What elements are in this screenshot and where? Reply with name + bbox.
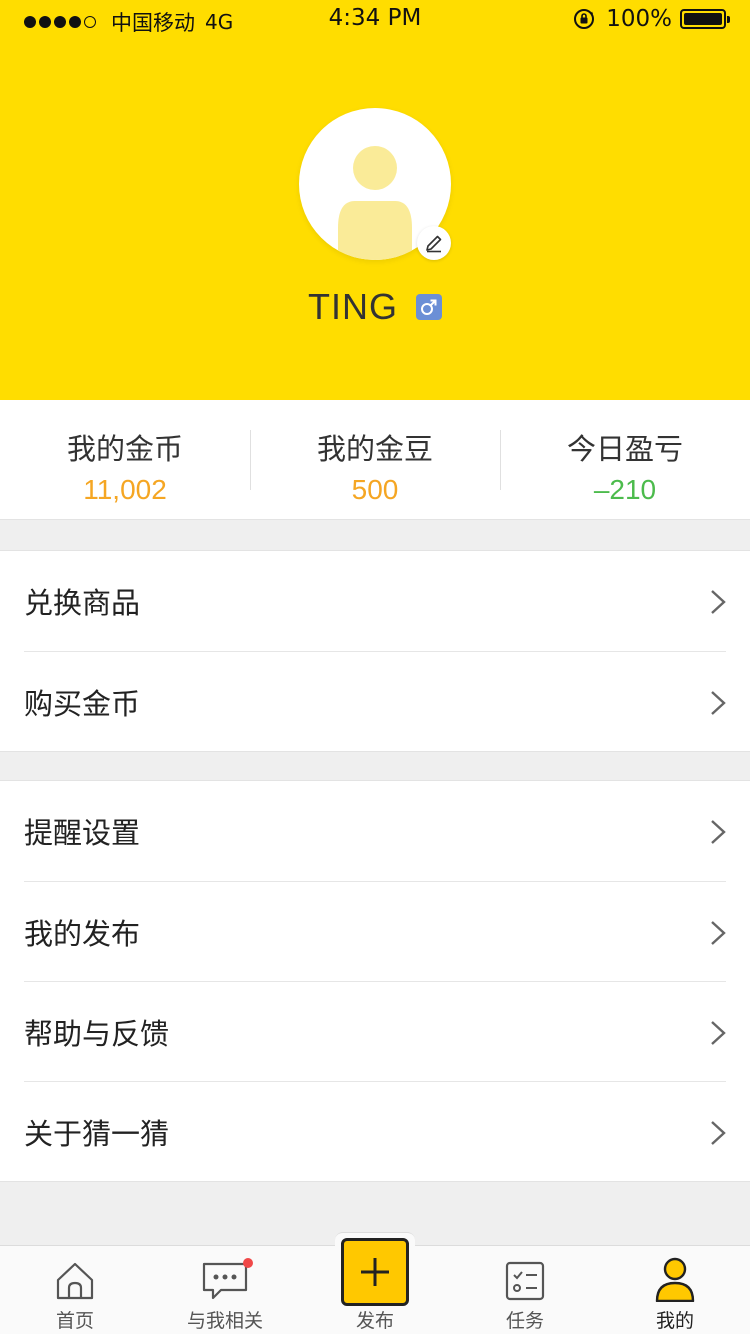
username-row: TING bbox=[0, 286, 750, 328]
menu-item-label: 关于猜一猜 bbox=[24, 1116, 170, 1151]
profile-header: 中国移动 4G 4:34 PM 100% TING bbox=[0, 0, 750, 400]
notification-dot bbox=[243, 1258, 253, 1268]
tab-label: 我的 bbox=[655, 1310, 694, 1332]
plus-icon bbox=[361, 1258, 389, 1286]
menu-item-about[interactable]: 关于猜一猜 bbox=[24, 1081, 726, 1181]
menu-item-help-feedback[interactable]: 帮助与反馈 bbox=[24, 981, 726, 1081]
home-icon bbox=[56, 1262, 94, 1300]
stat-beans[interactable]: 我的金豆 500 bbox=[250, 400, 500, 519]
menu-item-label: 提醒设置 bbox=[24, 816, 141, 850]
tab-label: 首页 bbox=[55, 1310, 94, 1332]
male-icon bbox=[416, 294, 442, 320]
menu-group-settings: 提醒设置 我的发布 帮助与反馈 关于猜一猜 bbox=[0, 780, 750, 1182]
chevron-right-icon bbox=[711, 1121, 726, 1145]
tab-related[interactable]: 与我相关 bbox=[150, 1246, 300, 1334]
chevron-right-icon bbox=[711, 921, 726, 945]
edit-avatar-button[interactable] bbox=[417, 226, 451, 260]
tab-mine[interactable]: 我的 bbox=[600, 1246, 750, 1334]
stat-value: 11,002 bbox=[83, 474, 167, 505]
tab-home[interactable]: 首页 bbox=[0, 1246, 150, 1334]
stat-value: 500 bbox=[351, 474, 399, 505]
chevron-right-icon bbox=[711, 590, 726, 614]
battery-percent: 100% bbox=[606, 6, 672, 32]
chevron-right-icon bbox=[711, 820, 726, 844]
stat-label: 今日盈亏 bbox=[566, 432, 683, 466]
stat-coins[interactable]: 我的金币 11,002 bbox=[0, 400, 250, 519]
menu-group-shop: 兑换商品 购买金币 bbox=[0, 550, 750, 752]
menu-item-reminder-settings[interactable]: 提醒设置 bbox=[24, 781, 726, 881]
user-icon bbox=[655, 1257, 695, 1302]
menu-item-my-posts[interactable]: 我的发布 bbox=[24, 881, 726, 981]
stats-bar: 我的金币 11,002 我的金豆 500 今日盈亏 –210 bbox=[0, 400, 750, 520]
stat-label: 我的金豆 bbox=[316, 432, 433, 466]
username: TING bbox=[308, 286, 398, 327]
stat-label: 我的金币 bbox=[66, 432, 183, 466]
publish-button[interactable] bbox=[341, 1238, 409, 1306]
message-icon bbox=[202, 1262, 248, 1300]
menu-item-buy-coins[interactable]: 购买金币 bbox=[24, 651, 726, 751]
menu-item-exchange-goods[interactable]: 兑换商品 bbox=[24, 551, 726, 651]
tab-label: 发布 bbox=[355, 1310, 394, 1332]
battery-icon bbox=[680, 9, 730, 29]
tab-tasks[interactable]: 任务 bbox=[450, 1246, 600, 1334]
rotation-lock-icon bbox=[574, 9, 595, 29]
tab-label: 与我相关 bbox=[186, 1310, 263, 1332]
stat-value: –210 bbox=[593, 474, 657, 505]
menu-item-label: 兑换商品 bbox=[24, 586, 141, 620]
tab-label: 任务 bbox=[505, 1310, 544, 1332]
tab-publish[interactable]: 发布 bbox=[300, 1232, 450, 1334]
status-right: 100% bbox=[572, 6, 730, 32]
menu-item-label: 购买金币 bbox=[24, 686, 141, 721]
pencil-icon bbox=[426, 235, 442, 253]
avatar-container[interactable] bbox=[299, 108, 451, 260]
chevron-right-icon bbox=[711, 691, 726, 715]
menu-item-label: 帮助与反馈 bbox=[24, 1016, 170, 1051]
menu-item-label: 我的发布 bbox=[24, 916, 141, 951]
tab-bar: 首页 与我相关 发布 任务 我的 bbox=[0, 1232, 750, 1334]
chevron-right-icon bbox=[711, 1021, 726, 1045]
stat-daily-pnl[interactable]: 今日盈亏 –210 bbox=[500, 400, 750, 519]
status-bar: 中国移动 4G 4:34 PM 100% bbox=[0, 0, 750, 40]
task-list-icon bbox=[505, 1261, 545, 1301]
